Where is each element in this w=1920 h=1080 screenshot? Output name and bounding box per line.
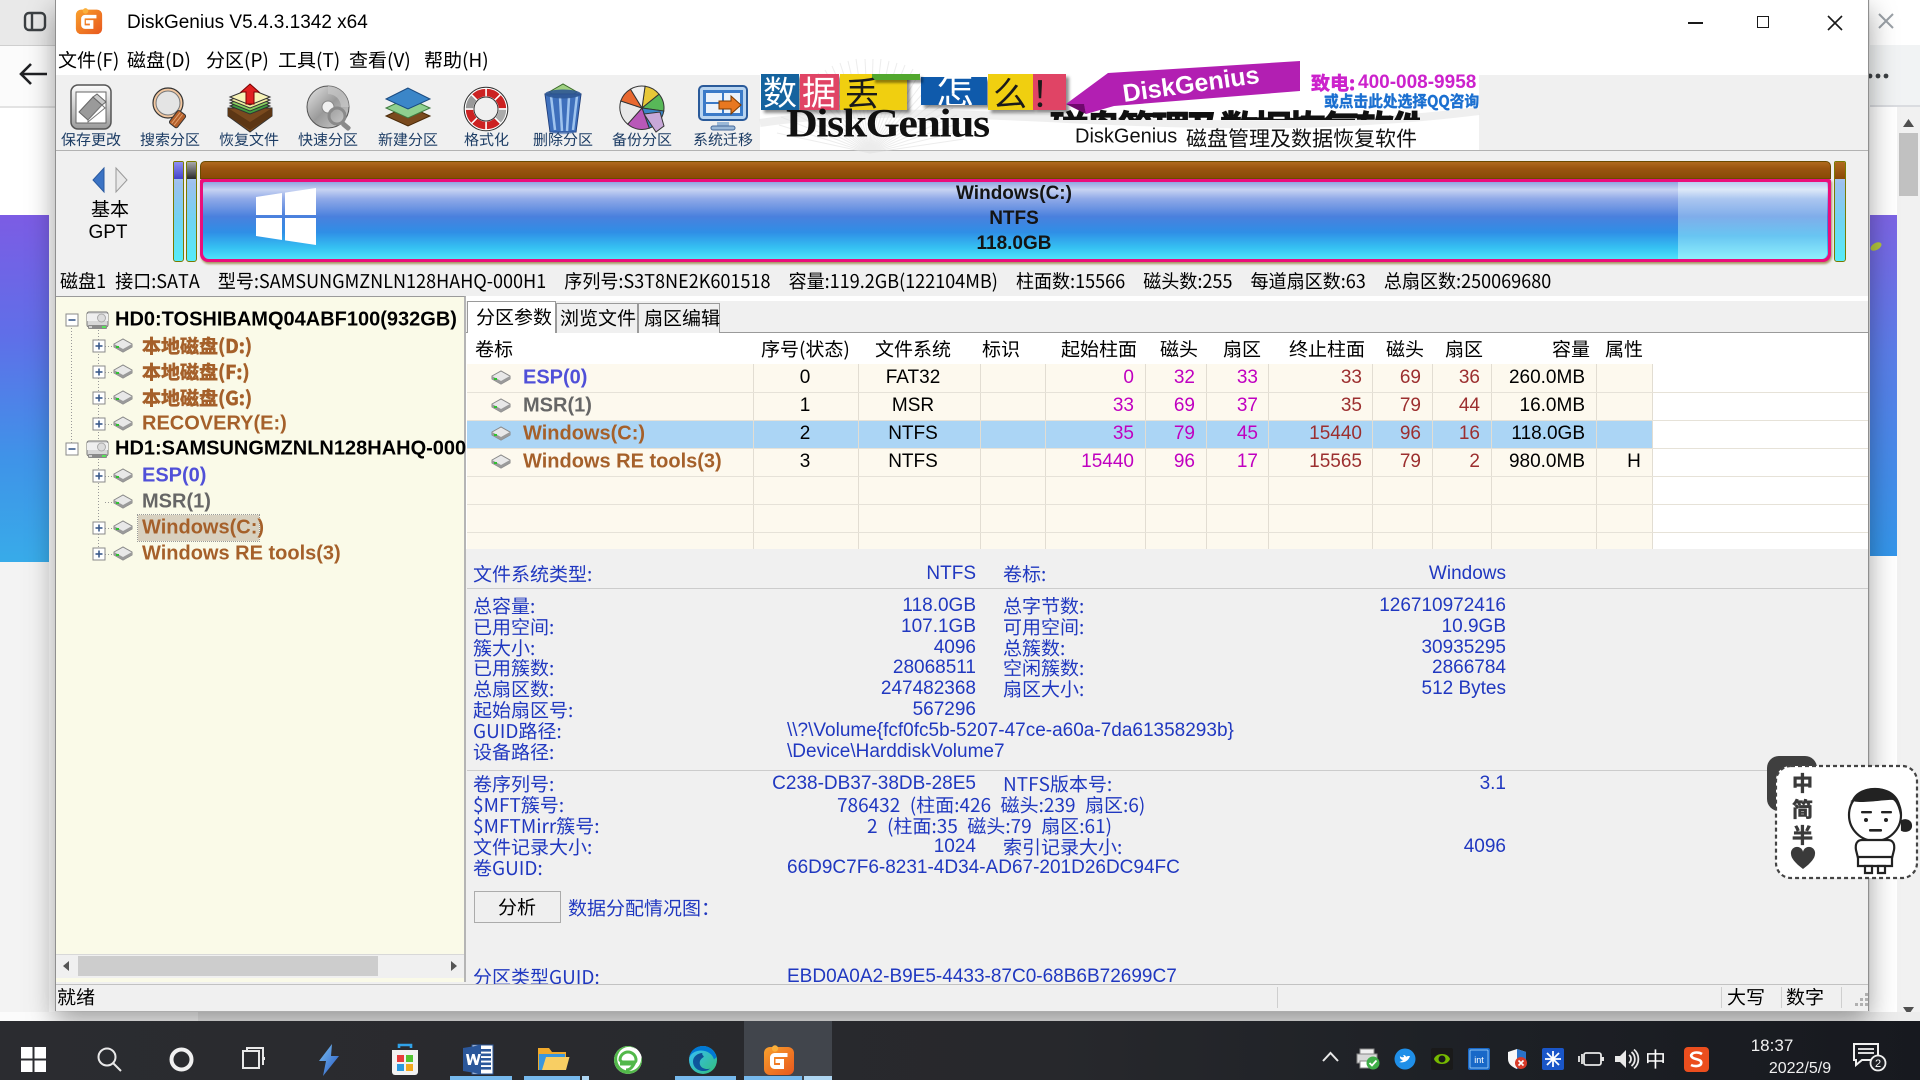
svg-text:2: 2 [1875,1058,1881,1070]
svg-text:int: int [1474,1055,1484,1065]
